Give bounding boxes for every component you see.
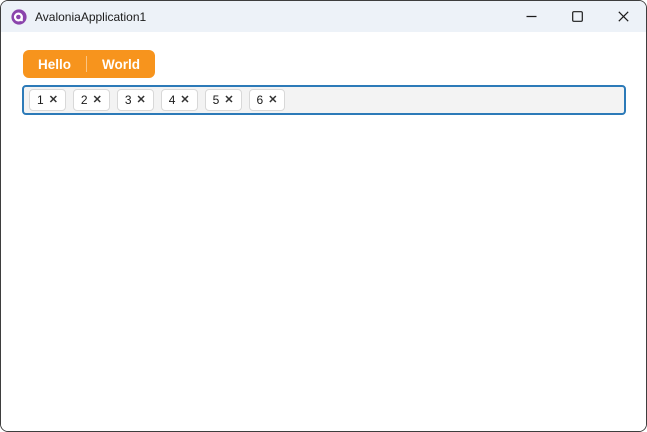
app-window: AvaloniaApplication1 Hello World 1 ✕ 2 ✕… (0, 0, 647, 432)
window-content: Hello World 1 ✕ 2 ✕ 3 ✕ 4 ✕ 5 ✕ 6 ✕ (1, 33, 646, 431)
maximize-button[interactable] (554, 1, 600, 32)
maximize-icon (571, 11, 583, 22)
chip-4[interactable]: 4 ✕ (160, 89, 198, 111)
chip-remove-icon[interactable]: ✕ (268, 94, 277, 106)
minimize-icon (526, 15, 536, 18)
chip-value: 5 (212, 93, 220, 107)
avalonia-logo-icon (11, 8, 27, 25)
chip-value: 3 (124, 93, 132, 107)
close-button[interactable] (600, 1, 646, 32)
chip-remove-icon[interactable]: ✕ (49, 94, 58, 106)
chip-6[interactable]: 6 ✕ (248, 89, 286, 111)
chip-value: 1 (37, 93, 44, 107)
chip-value: 2 (80, 93, 88, 107)
chip-value: 4 (168, 93, 176, 107)
chip-remove-icon[interactable]: ✕ (137, 94, 146, 106)
chip-input[interactable]: 1 ✕ 2 ✕ 3 ✕ 4 ✕ 5 ✕ 6 ✕ (22, 85, 626, 115)
chip-5[interactable]: 5 ✕ (204, 89, 242, 111)
close-icon (617, 11, 629, 22)
chip-2[interactable]: 2 ✕ (72, 89, 110, 111)
chip-1[interactable]: 1 ✕ (29, 89, 66, 111)
minimize-button[interactable] (508, 1, 554, 32)
tab-strip: Hello World (23, 50, 156, 78)
window-title: AvaloniaApplication1 (35, 9, 147, 24)
title-bar[interactable]: AvaloniaApplication1 (1, 1, 646, 32)
chip-value: 6 (256, 93, 264, 107)
chip-remove-icon[interactable]: ✕ (180, 94, 189, 106)
chip-3[interactable]: 3 ✕ (116, 89, 154, 111)
tab-hello[interactable]: Hello (23, 50, 86, 78)
tab-world[interactable]: World (87, 50, 155, 78)
chip-remove-icon[interactable]: ✕ (93, 94, 102, 106)
chip-remove-icon[interactable]: ✕ (224, 94, 233, 106)
